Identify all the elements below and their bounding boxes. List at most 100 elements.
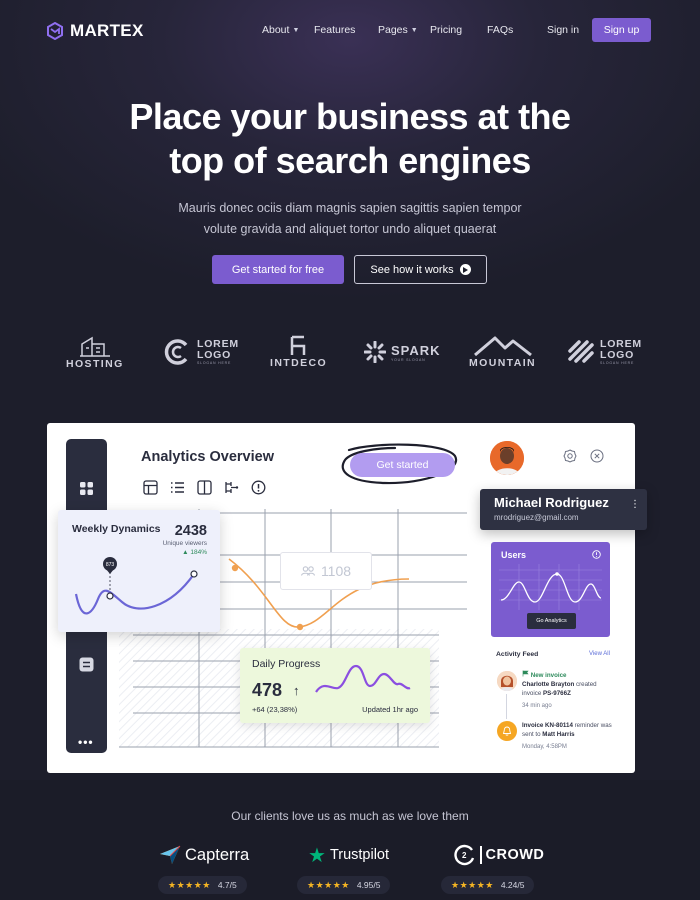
activity-time: Monday, 4:58PM [522,744,567,750]
trustpilot-logo[interactable]: ★ Trustpilot [308,843,389,867]
rating-score: 4.7/5 [217,880,237,890]
brand-logo-hosting: HOSTING [66,330,124,374]
brand-logo-mountain: MOUNTAIN [469,330,536,374]
svg-text:2: 2 [462,851,467,860]
nav-features[interactable]: Features [314,24,355,36]
clients-heading: Our clients love us as much as we love t… [231,809,469,823]
grid-icon[interactable] [79,481,94,496]
capterra-logo[interactable]: Capterra [160,843,249,867]
users-chart [499,564,602,610]
signin-link[interactable]: Sign in [547,24,579,36]
rating-stars-icon: ★★★★★ [307,879,350,890]
columns-icon[interactable] [197,480,212,495]
list-icon[interactable] [170,480,185,495]
weekly-dynamics-value: 2438 [174,523,207,539]
martex-logo-icon [47,22,63,40]
capterra-arrow-icon [160,845,181,864]
nav-pages[interactable]: Pages ▼ [378,24,418,36]
avatar-image [497,671,517,691]
play-icon [459,264,471,275]
activity-item-2: Invoice KN-80114 reminder was sent to Ma… [522,721,617,739]
see-how-it-works-label: See how it works [370,263,454,276]
c-swirl-icon [164,339,188,365]
view-all-link[interactable]: View All [589,651,610,657]
building-icon [79,336,110,357]
rating-score: 4.95/5 [356,880,381,890]
brand-lorem-tagline: SLOGAN HERE [197,361,232,365]
grid-value: 1108 [320,563,352,579]
activity-notification [497,721,517,741]
user-avatar[interactable] [490,441,524,475]
nav-pricing-label: Pricing [430,24,463,36]
activity-time: 34 min ago [522,703,552,709]
activity-avatar [497,671,517,691]
go-analytics-button[interactable]: Go Analytics [527,613,576,629]
info-icon[interactable] [592,550,601,559]
more-vertical-icon[interactable]: ⋮ [630,499,640,510]
toolbar-icons [143,480,266,495]
weekly-dynamics-title: Weekly Dynamics [72,523,161,535]
profile-email: mrodriguez@gmail.com [494,513,579,522]
see-how-it-works-button[interactable]: See how it works [354,255,487,284]
arrow-up-icon: ↑ [293,683,300,698]
spark-icon [364,341,386,363]
hero-title: Place your business at the top of search… [0,95,700,183]
caret-down-icon: ▼ [410,26,418,34]
activity-tag: New invoice [530,672,567,679]
weekly-dynamics-chart: 873 [74,557,198,615]
users-card: Users Go Analytics [491,542,610,637]
hero-title-line-2: top of search engines [169,140,531,181]
rating-stars-icon: ★★★★★ [168,879,211,890]
rating-stars-icon: ★★★★★ [451,879,494,890]
daily-progress-delta: +64 (23,38%) [252,705,298,714]
brand-lorem-line-2: LOGO [197,349,232,361]
daily-progress-title: Daily Progress [252,658,321,670]
brand-lorem-tagline: SLOGAN HERE [600,361,635,365]
nav-pages-label: Pages [378,24,408,36]
signup-button[interactable]: Sign up [592,18,651,42]
flowchart-icon[interactable] [224,480,239,495]
gear-icon[interactable] [563,449,577,463]
daily-progress-card: Daily Progress 478 ↑ +64 (23,38%) Update… [240,648,430,723]
nav-features-label: Features [314,24,356,36]
dashboard-get-started-button[interactable]: Get started [350,453,455,477]
brand-mountain-text: MOUNTAIN [469,357,536,369]
nav-pricing[interactable]: Pricing [430,24,462,36]
trustpilot-star-icon: ★ [308,844,326,867]
settings-sliders-icon[interactable] [79,657,94,672]
stripes-icon [568,340,594,363]
caret-down-icon: ▼ [292,26,300,34]
nav-about[interactable]: About ▼ [262,24,299,36]
hero-subtitle: Mauris donec ociis diam magnis sapien sa… [150,198,550,239]
get-started-button[interactable]: Get started for free [212,255,344,284]
divider [480,846,482,864]
analytics-title: Analytics Overview [141,449,274,465]
brand-logo-lorem-2: LOREM LOGO SLOGAN HERE [567,330,642,374]
activity-ref: Invoice KN-80114 [522,722,573,729]
brand-logo[interactable]: MARTEX [46,21,144,41]
grid-value-card: 1108 [280,552,372,590]
weekly-dynamics-card: Weekly Dynamics 2438 Unique viewers ▲ 18… [58,510,220,632]
users-icon [300,566,315,576]
profile-name: Michael Rodriguez [494,495,609,510]
brand-intdeco-text: INTDECO [270,357,328,369]
g2-logo-icon: 2 [454,844,475,866]
brand-logo-lorem-1: LOREM LOGO SLOGAN HERE [162,330,239,374]
daily-progress-chart [315,664,411,693]
table-icon[interactable] [143,480,158,495]
nav-faqs[interactable]: FAQs [487,24,513,36]
activity-person: Matt Harris [542,731,575,738]
hero-subtitle-line-2: volute gravida and aliquet tortor undo a… [203,221,497,236]
g2-crowd-logo[interactable]: 2 CROWD [454,843,544,867]
capterra-rating: ★★★★★ 4.7/5 [158,876,247,894]
brand-spark-text: SPARK [391,342,441,358]
avatar-image [490,441,524,475]
top-navigation: MARTEX About ▼ Features Pages ▼ Pricing … [0,0,700,60]
alert-circle-icon[interactable] [251,480,266,495]
activity-person: Charlotte Brayton [522,681,575,688]
trustpilot-rating: ★★★★★ 4.95/5 [297,876,391,894]
nav-about-label: About [262,24,290,36]
brand-spark-tagline: YOUR SLOGAN [391,357,426,362]
more-dots-icon[interactable]: ••• [78,735,94,749]
close-icon[interactable] [590,449,604,463]
